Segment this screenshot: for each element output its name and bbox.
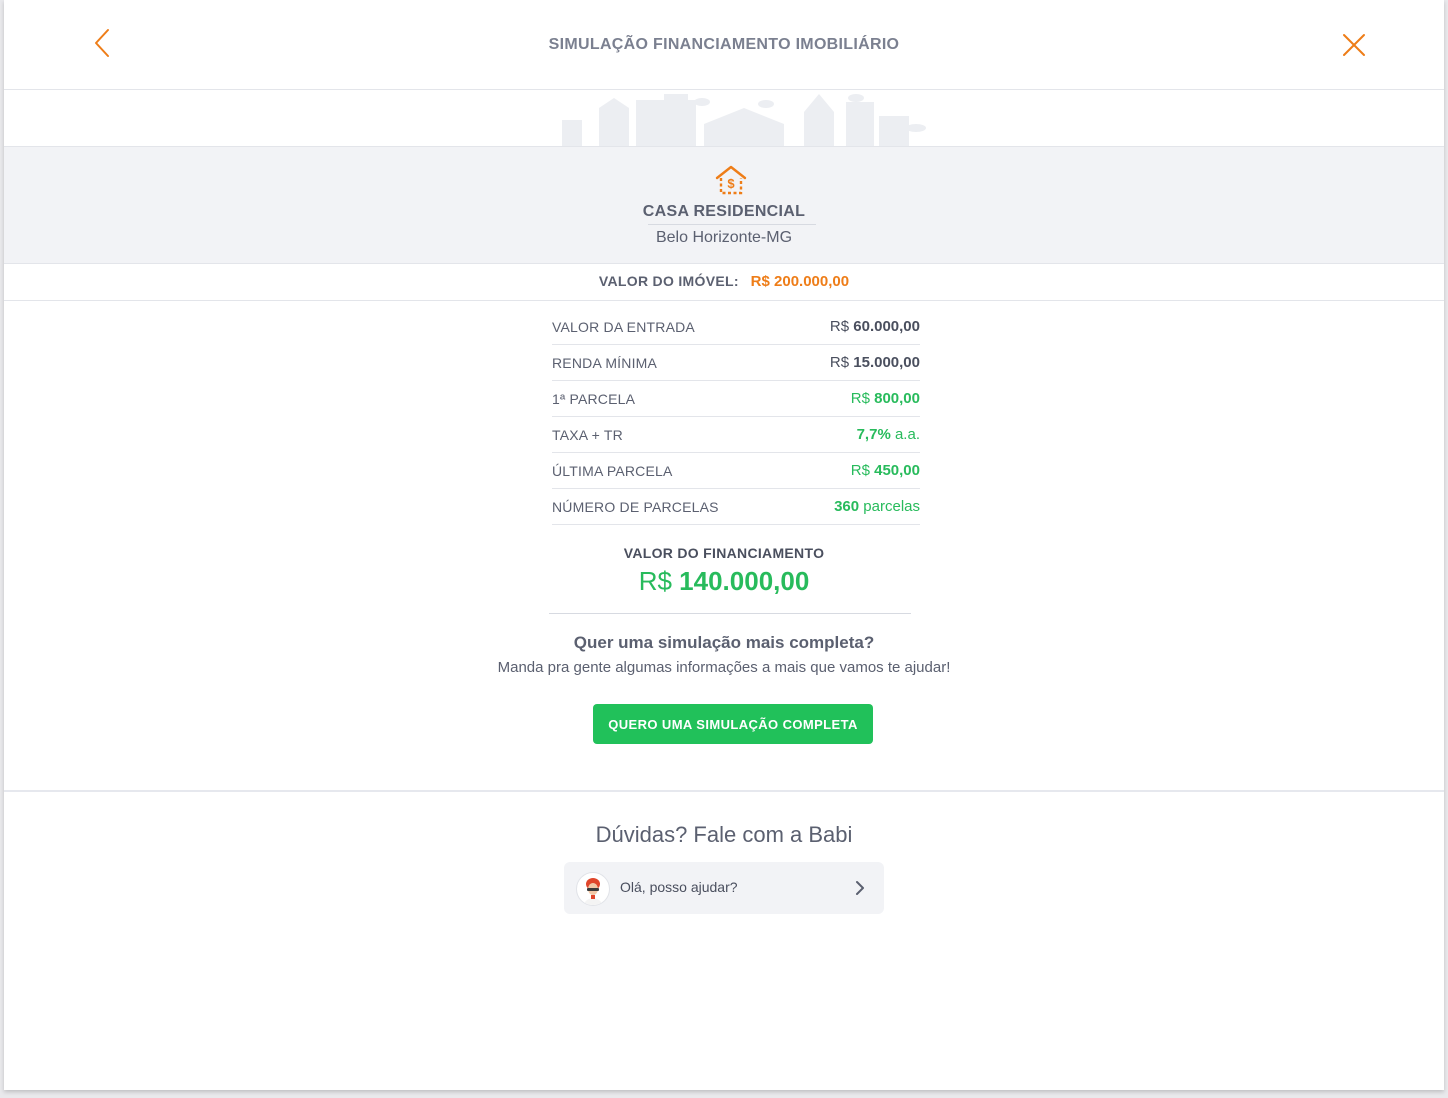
detail-row-renda: RENDA MÍNIMA R$ 15.000,00	[552, 345, 920, 381]
house-dollar-icon: $	[714, 163, 748, 197]
property-type: CASA RESIDENCIAL	[642, 203, 806, 220]
detail-label: ÚLTIMA PARCELA	[552, 462, 673, 479]
cta-title: Quer uma simulação mais completa?	[573, 633, 875, 652]
detail-value: R$ 800,00	[850, 390, 920, 407]
chevron-right-icon	[854, 880, 866, 896]
property-card: $ CASA RESIDENCIAL Belo Horizonte-MG	[4, 146, 1444, 264]
detail-row-ultima-parcela: ÚLTIMA PARCELA R$ 450,00	[552, 453, 920, 489]
detail-value: R$ 15.000,00	[829, 354, 920, 371]
detail-label: TAXA + TR	[552, 426, 623, 443]
divider	[648, 224, 816, 225]
financing-label: VALOR DO FINANCIAMENTO	[623, 545, 825, 561]
property-value: R$ 200.000,00	[750, 273, 850, 290]
close-button[interactable]	[1339, 30, 1369, 60]
svg-text:$: $	[727, 176, 735, 191]
financing-value: R$ 140.000,00	[638, 566, 810, 596]
page-title: SIMULAÇÃO FINANCIAMENTO IMOBILIÁRIO	[548, 36, 900, 53]
divider	[549, 613, 911, 614]
detail-value: 7,7% a.a.	[856, 426, 920, 443]
full-simulation-button[interactable]: QUERO UMA SIMULAÇÃO COMPLETA	[593, 704, 873, 744]
detail-row-taxa: TAXA + TR 7,7% a.a.	[552, 417, 920, 453]
app-window: SIMULAÇÃO FINANCIAMENTO IMOBILIÁRIO $ CA…	[4, 0, 1444, 1090]
detail-value: 360 parcelas	[834, 498, 920, 515]
detail-value: R$ 60.000,00	[829, 318, 920, 335]
detail-label: RENDA MÍNIMA	[552, 354, 658, 371]
babi-avatar-icon	[576, 872, 610, 906]
detail-row-numero-parcelas: NÚMERO DE PARCELAS 360 parcelas	[552, 489, 920, 525]
detail-label: 1ª PARCELA	[552, 390, 636, 407]
property-city: Belo Horizonte-MG	[655, 229, 793, 246]
detail-row-entrada: VALOR DA ENTRADA R$ 60.000,00	[552, 309, 920, 345]
details-table: VALOR DA ENTRADA R$ 60.000,00 RENDA MÍNI…	[552, 309, 920, 525]
cta-subtitle: Manda pra gente algumas informações a ma…	[497, 659, 951, 676]
skyline-illustration	[4, 90, 1444, 146]
detail-value: R$ 450,00	[850, 462, 920, 479]
header: SIMULAÇÃO FINANCIAMENTO IMOBILIÁRIO	[4, 0, 1444, 90]
detail-row-primeira-parcela: 1ª PARCELA R$ 800,00	[552, 381, 920, 417]
detail-label: NÚMERO DE PARCELAS	[552, 498, 719, 515]
chat-button[interactable]: Olá, posso ajudar?	[564, 862, 884, 914]
property-value-row: VALOR DO IMÓVEL: R$ 200.000,00	[4, 263, 1444, 301]
detail-label: VALOR DA ENTRADA	[552, 318, 695, 335]
section-divider	[4, 790, 1444, 792]
help-title: Dúvidas? Fale com a Babi	[595, 822, 853, 847]
property-value-label: VALOR DO IMÓVEL:	[598, 273, 739, 289]
close-icon	[1343, 34, 1365, 56]
chat-text: Olá, posso ajudar?	[620, 879, 738, 895]
